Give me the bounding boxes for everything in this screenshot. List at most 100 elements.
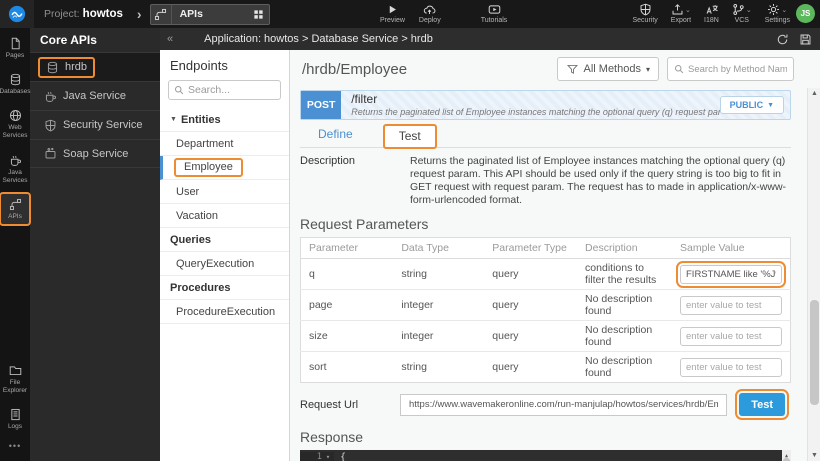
left-rail: Pages Databases Web Services Java Services A… xyxy=(0,28,30,461)
endpoints-section-procedures[interactable]: Procedures xyxy=(160,276,289,300)
core-api-item-content: Soap Service xyxy=(38,145,134,162)
scroll-thumb[interactable] xyxy=(810,300,819,405)
collapse-panel-button[interactable]: « xyxy=(160,33,180,45)
sample-value-input[interactable] xyxy=(680,265,782,284)
save-icon[interactable] xyxy=(799,33,812,46)
param-description: No description found xyxy=(577,321,672,352)
soap-icon xyxy=(44,147,57,160)
export-button[interactable]: ⌄ Export xyxy=(671,0,691,24)
core-api-item-content: Java Service xyxy=(38,88,132,105)
endpoints-section-entities[interactable]: ▼Entities xyxy=(160,108,289,132)
rail-item-databases[interactable]: Databases xyxy=(0,68,30,100)
endpoints-section-queries[interactable]: Queries xyxy=(160,228,289,252)
user-avatar[interactable]: JS xyxy=(796,4,815,23)
rail-item-logs[interactable]: Logs xyxy=(0,403,30,435)
endpoint-item-department[interactable]: Department xyxy=(160,132,289,156)
rail-item-web-services[interactable]: Web Services xyxy=(0,104,30,144)
folder-icon xyxy=(9,364,22,377)
service-path: /hrdb/Employee xyxy=(302,61,407,78)
appbar-actions xyxy=(776,33,812,46)
core-api-item-label: hrdb xyxy=(65,61,87,73)
endpoints-search-input[interactable] xyxy=(188,84,275,96)
endpoint-item-queryexecution[interactable]: QueryExecution xyxy=(160,252,289,276)
sample-value-input[interactable] xyxy=(680,296,782,315)
tab-apis[interactable]: APIs xyxy=(150,4,270,25)
security-button[interactable]: Security xyxy=(633,0,658,24)
param-sample-cell xyxy=(672,352,791,383)
param-description: No description found xyxy=(577,352,672,383)
endpoint-item-employee[interactable]: Employee xyxy=(160,156,289,180)
sample-value-input[interactable] xyxy=(680,327,782,346)
coffee-icon xyxy=(44,90,57,103)
main-content: /hrdb/Employee All Methods ▾ POST /filte… xyxy=(290,50,820,461)
fold-caret-icon[interactable]: ▾ xyxy=(322,452,334,461)
endpoint-info: /filter Returns the paginated list of Em… xyxy=(351,93,719,116)
i18n-label: I18N xyxy=(704,17,719,24)
table-body: qstringqueryconditions to filter the res… xyxy=(301,259,791,383)
core-api-item-content: Security Service xyxy=(38,117,148,134)
endpoints-search[interactable] xyxy=(168,80,281,100)
endpoint-item-procedureexecution[interactable]: ProcedureExecution xyxy=(160,300,289,324)
response-editor[interactable]: 1▾{2▾"content": [3▾{4"empId": 5,5"firstn… xyxy=(300,450,791,461)
rail-item-pages[interactable]: Pages xyxy=(0,32,30,64)
method-search-input[interactable] xyxy=(688,64,787,75)
pages-icon xyxy=(9,37,22,50)
param-parameter_type: query xyxy=(484,290,577,321)
methods-filter-label: All Methods xyxy=(584,63,641,75)
endpoint-row-filter[interactable]: POST /filter Returns the paginated list … xyxy=(300,90,791,120)
settings-button[interactable]: ⌄ Settings xyxy=(765,0,790,24)
tab-define[interactable]: Define xyxy=(302,123,369,147)
endpoint-item-label: ProcedureExecution xyxy=(176,306,275,318)
deploy-button[interactable]: Deploy xyxy=(419,0,441,24)
left-rail-top: Pages Databases Web Services Java Services A… xyxy=(0,28,30,225)
endpoints-section-label: Procedures xyxy=(170,282,231,294)
main-scrollbar[interactable]: ▲ ▼ xyxy=(807,88,820,461)
tab-test[interactable]: Test xyxy=(383,124,437,149)
rail-item-java-services[interactable]: Java Services xyxy=(0,149,30,189)
shield-icon xyxy=(44,119,57,132)
test-button[interactable]: Test xyxy=(739,393,785,416)
visibility-button[interactable]: PUBLIC ▼ xyxy=(720,96,784,114)
column-parameter-type: Parameter Type xyxy=(484,238,577,259)
top-bar: Project: howtos › APIs Preview Deploy Tu… xyxy=(0,0,820,28)
core-api-item-java-service[interactable]: Java Service xyxy=(30,81,160,110)
vcs-button[interactable]: ⌄ VCS xyxy=(732,0,752,24)
refresh-icon[interactable] xyxy=(776,33,789,46)
endpoints-panel: Endpoints ▼EntitiesDepartmentEmployeeUse… xyxy=(160,50,290,461)
core-api-item-hrdb[interactable]: hrdb xyxy=(30,52,160,81)
endpoint-item-label: Employee xyxy=(184,161,233,173)
response-title: Response xyxy=(300,429,791,445)
funnel-icon xyxy=(566,63,579,76)
endpoint-item-vacation[interactable]: Vacation xyxy=(160,204,289,228)
wavemaker-logo[interactable] xyxy=(0,0,34,28)
service-header: /hrdb/Employee All Methods ▾ xyxy=(290,50,820,88)
core-api-item-security-service[interactable]: Security Service xyxy=(30,110,160,139)
caret-down-icon: ▾ xyxy=(646,65,650,74)
search-icon xyxy=(174,85,184,95)
grid-icon[interactable] xyxy=(253,9,264,20)
sample-value-input[interactable] xyxy=(680,358,782,377)
scroll-up-icon[interactable]: ▲ xyxy=(808,90,820,97)
method-badge: POST xyxy=(301,91,341,119)
more-dots-icon[interactable]: ••• xyxy=(9,441,21,451)
rail-item-label: Web Services xyxy=(0,124,30,140)
param-row-size: sizeintegerqueryNo description found xyxy=(301,321,791,352)
caret-down-icon: ⌄ xyxy=(781,6,787,14)
endpoint-item-user[interactable]: User xyxy=(160,180,289,204)
rail-item-file-explorer[interactable]: File Explorer xyxy=(0,359,30,399)
rail-item-apis[interactable]: APIs xyxy=(0,193,30,225)
core-api-item-soap-service[interactable]: Soap Service xyxy=(30,139,160,168)
endpoint-path: /filter xyxy=(351,93,719,106)
param-parameter_type: query xyxy=(484,321,577,352)
chevron-right-icon[interactable]: › xyxy=(137,6,142,22)
methods-filter-button[interactable]: All Methods ▾ xyxy=(557,57,660,81)
core-api-item-label: Soap Service xyxy=(63,148,128,160)
scroll-down-icon[interactable]: ▼ xyxy=(808,452,820,459)
method-search[interactable] xyxy=(667,57,794,81)
i18n-button[interactable]: I18N xyxy=(704,0,719,24)
param-sample-cell xyxy=(672,321,791,352)
preview-button[interactable]: Preview xyxy=(380,0,405,24)
param-parameter_type: query xyxy=(484,352,577,383)
request-url-input[interactable] xyxy=(400,394,727,416)
tutorials-button[interactable]: Tutorials xyxy=(481,0,508,24)
